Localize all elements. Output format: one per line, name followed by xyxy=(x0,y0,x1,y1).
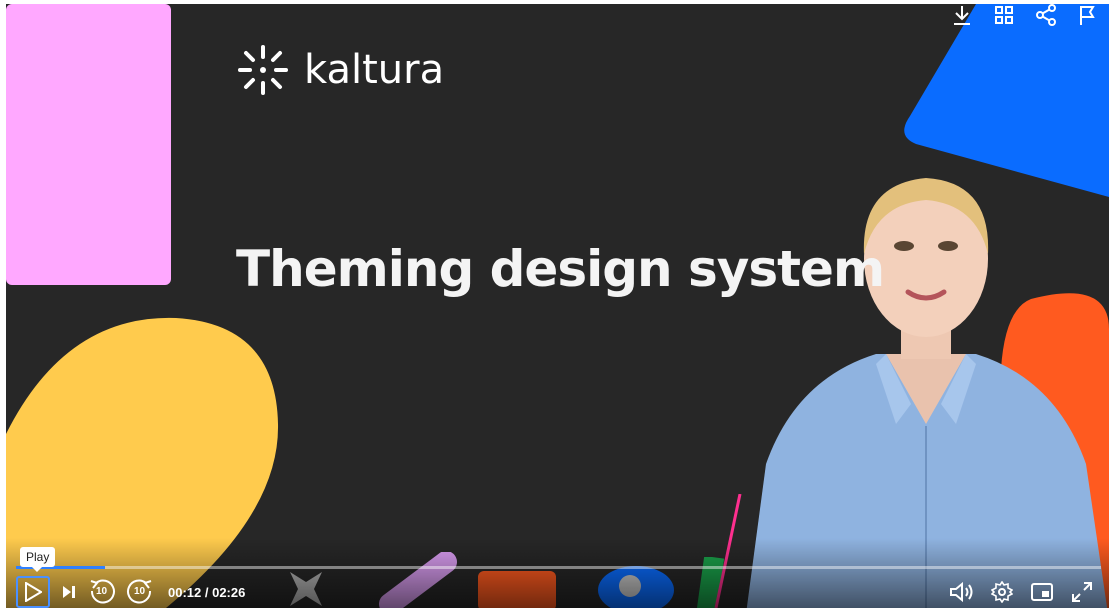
next-button[interactable] xyxy=(60,583,78,601)
picture-in-picture-icon xyxy=(1031,583,1053,601)
picture-in-picture-button[interactable] xyxy=(1027,578,1057,606)
current-time: 00:12 xyxy=(168,584,202,600)
play-button[interactable] xyxy=(16,576,50,608)
grid-icon xyxy=(995,6,1013,24)
download-icon xyxy=(954,6,970,25)
next-icon xyxy=(63,586,75,598)
volume-button[interactable] xyxy=(947,578,977,606)
kaltura-logo: kaltura xyxy=(236,40,444,100)
time-display: 00:12 / 02:26 xyxy=(168,585,245,600)
settings-button[interactable] xyxy=(987,578,1017,606)
play-icon xyxy=(25,582,42,602)
rewind-10-button[interactable]: 10 xyxy=(88,578,116,606)
time-separator: / xyxy=(201,584,213,600)
video-player[interactable]: kaltura Theming design system Play 10 10… xyxy=(6,4,1109,608)
pink-rectangle-shape xyxy=(6,4,171,285)
settings-icon xyxy=(991,581,1013,603)
report-button[interactable] xyxy=(1077,4,1099,26)
play-tooltip: Play xyxy=(20,547,56,572)
forward-10-label: 10 xyxy=(134,586,146,597)
video-frame[interactable]: kaltura Theming design system xyxy=(6,4,1109,608)
rewind-10-label: 10 xyxy=(96,586,108,597)
volume-icon xyxy=(950,581,973,603)
share-button[interactable] xyxy=(1035,4,1057,26)
seek-bar[interactable] xyxy=(16,566,1101,569)
fullscreen-icon xyxy=(1072,582,1092,602)
top-actions xyxy=(951,4,1099,26)
video-headline: Theming design system xyxy=(236,240,885,298)
control-bar: 10 10 00:12 / 02:26 xyxy=(6,576,1109,608)
duration: 02:26 xyxy=(212,584,246,600)
share-icon xyxy=(1036,4,1056,26)
flag-icon xyxy=(1080,6,1095,25)
kaltura-logo-icon xyxy=(238,45,288,95)
forward-10-button[interactable]: 10 xyxy=(126,578,154,606)
fullscreen-button[interactable] xyxy=(1067,578,1097,606)
kaltura-logo-text: kaltura xyxy=(304,47,445,93)
download-button[interactable] xyxy=(951,4,973,26)
related-button[interactable] xyxy=(993,4,1015,26)
